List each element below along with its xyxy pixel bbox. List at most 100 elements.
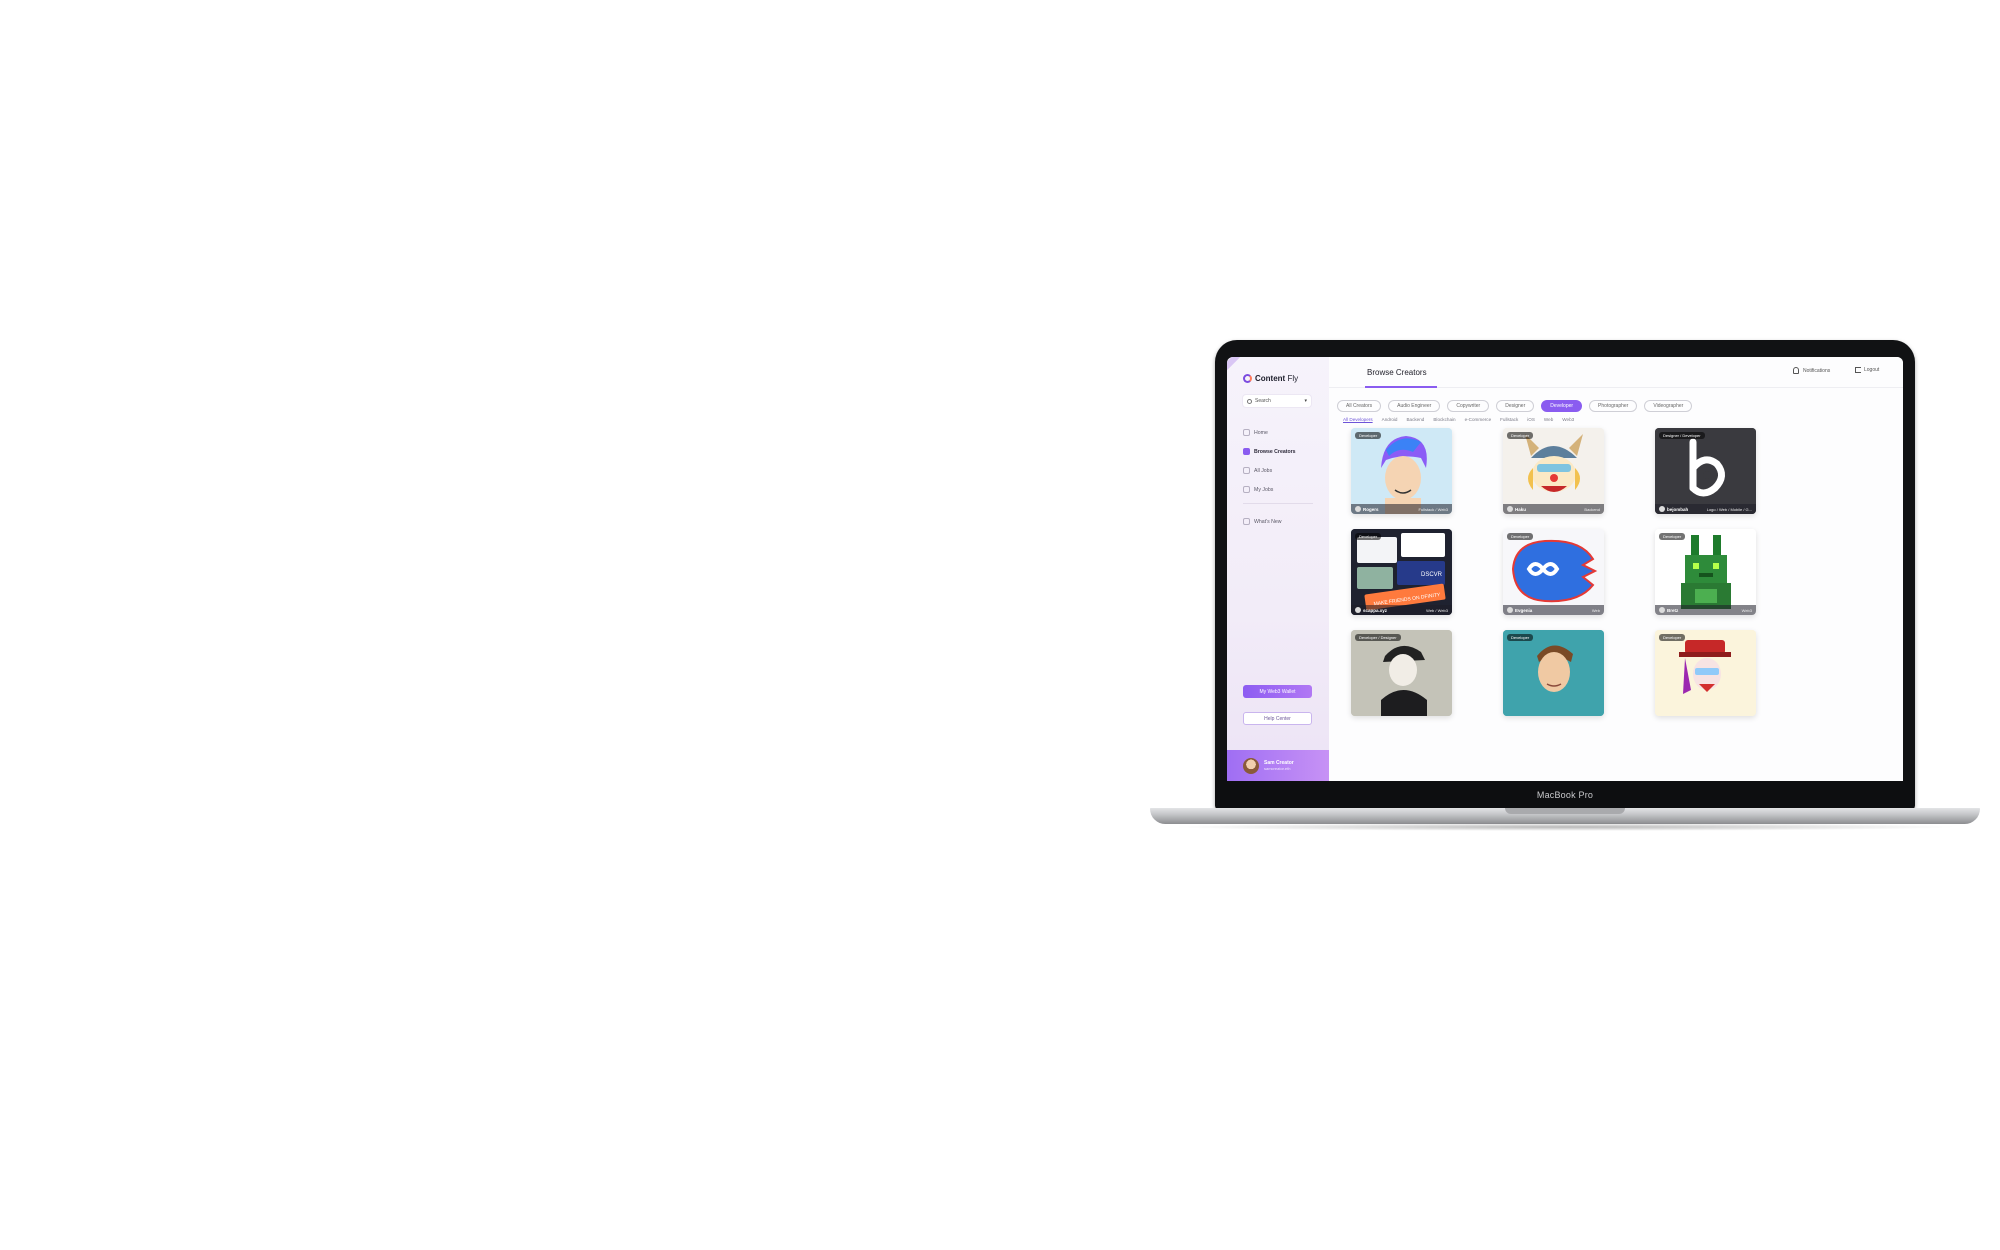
sidebar-item-all-jobs[interactable]: All Jobs: [1243, 461, 1313, 480]
creator-skills: Logo / Web / Mobile / G...: [1706, 506, 1752, 512]
top-bar: Browse Creators Notifications Logout: [1329, 357, 1903, 388]
category-chip[interactable]: Designer: [1496, 400, 1535, 412]
creator-role-tag: Developer: [1355, 432, 1382, 439]
avatar: [1355, 607, 1361, 613]
bell-icon: [1793, 367, 1799, 374]
category-chip[interactable]: All Creators: [1337, 400, 1382, 412]
creator-skills: Backend: [1584, 506, 1600, 512]
web3-wallet-button[interactable]: My Web3 Wallet: [1243, 685, 1312, 698]
help-center-button[interactable]: Help Center: [1243, 712, 1312, 725]
category-chip-active[interactable]: Developer: [1541, 400, 1583, 412]
home-icon: [1243, 429, 1250, 436]
card-footer: Haku Backend: [1503, 504, 1604, 514]
laptop-mockup: MacBook Pro Content Fly Search ▾ Home Br…: [1150, 340, 1980, 840]
creator-name: bejombah: [1659, 506, 1688, 512]
creator-role-tag: Developer: [1507, 432, 1534, 439]
card-footer: bejombah Logo / Web / Mobile / G...: [1655, 504, 1756, 514]
avatar: [1355, 506, 1361, 512]
creator-role-tag: Developer: [1355, 533, 1382, 540]
svg-text:DSCVR: DSCVR: [1421, 572, 1443, 578]
logout-icon: [1855, 367, 1861, 373]
creator-name: Rogers: [1355, 506, 1379, 512]
card-footer: Evgenia Web: [1503, 605, 1604, 615]
subcategory-link[interactable]: Fullstack: [1500, 417, 1518, 422]
subcategory-link[interactable]: Backend: [1406, 417, 1424, 422]
subcategory-link[interactable]: Blockchain: [1433, 417, 1455, 422]
creator-card[interactable]: Developer Evgenia Web: [1503, 529, 1604, 615]
creator-artwork: [1351, 428, 1452, 514]
creator-card[interactable]: Developer Bretz Web3: [1655, 529, 1756, 615]
creator-card[interactable]: Developer: [1655, 630, 1756, 716]
subcategory-link[interactable]: Web3: [1562, 417, 1574, 422]
search-input[interactable]: Search ▾: [1243, 395, 1311, 407]
creator-name: Haku: [1507, 506, 1526, 512]
user-profile[interactable]: Sam Creator samcreator.eth: [1227, 750, 1329, 781]
creator-card[interactable]: DSCVR MAKE FRIENDS ON DFINITY Developer …: [1351, 529, 1452, 615]
creator-artwork: [1503, 630, 1604, 716]
category-filters: All Creators Audio Engineer Copywriter D…: [1337, 400, 1693, 412]
creator-skills: Web: [1591, 607, 1600, 613]
brand-logo[interactable]: Content Fly: [1243, 374, 1298, 383]
users-icon: [1243, 448, 1250, 455]
sidebar: Content Fly Search ▾ Home Browse Creator…: [1227, 357, 1329, 781]
creator-name: Bretz: [1659, 607, 1678, 613]
creator-skills: Fullstack / Web3: [1418, 506, 1449, 512]
logout-label: Logout: [1864, 367, 1880, 373]
subcategory-link[interactable]: Android: [1382, 417, 1398, 422]
creator-card[interactable]: Designer / Developer bejombah Logo / Web…: [1655, 428, 1756, 514]
category-chip[interactable]: Videographer: [1644, 400, 1693, 412]
brand-name: Content Fly: [1255, 374, 1299, 383]
creator-card[interactable]: Developer Rogers Fullstack / Web3: [1351, 428, 1452, 514]
creator-role-tag: Developer: [1507, 533, 1534, 540]
card-footer: scappa.xyz Web / Web3: [1351, 605, 1452, 615]
subcategory-link[interactable]: Web: [1544, 417, 1553, 422]
chevron-down-icon: ▾: [1304, 398, 1307, 404]
avatar: [1243, 757, 1259, 774]
sidebar-item-whats-new[interactable]: What's New: [1243, 512, 1313, 531]
sidebar-item-label: What's New: [1254, 518, 1282, 525]
creator-artwork: [1655, 529, 1756, 615]
subcategory-link-active[interactable]: All Developers: [1343, 417, 1373, 422]
sparkle-icon: [1243, 518, 1250, 525]
subcategory-link[interactable]: iOS: [1527, 417, 1535, 422]
creator-artwork: [1503, 529, 1604, 615]
title-underline: [1365, 386, 1437, 388]
sidebar-item-label: Browse Creators: [1254, 448, 1296, 455]
briefcase-icon: [1243, 467, 1250, 474]
sidebar-item-label: Home: [1254, 429, 1268, 436]
app-screen: Content Fly Search ▾ Home Browse Creator…: [1227, 357, 1903, 781]
creator-artwork: DSCVR MAKE FRIENDS ON DFINITY: [1351, 529, 1452, 615]
creator-role-tag: Designer / Developer: [1659, 432, 1705, 439]
card-footer: Rogers Fullstack / Web3: [1351, 504, 1452, 514]
creator-role-tag: Developer: [1507, 634, 1534, 641]
notifications-button[interactable]: Notifications: [1793, 367, 1830, 374]
corner-decoration: [1227, 357, 1256, 371]
notifications-label: Notifications: [1803, 367, 1831, 374]
creator-role-tag: Developer: [1659, 533, 1686, 540]
category-chip[interactable]: Copywriter: [1447, 400, 1490, 412]
creator-card[interactable]: Developer / Designer: [1351, 630, 1452, 716]
sidebar-item-home[interactable]: Home: [1243, 423, 1313, 442]
category-chip[interactable]: Photographer: [1589, 400, 1638, 412]
creator-card[interactable]: Developer Haku Backend: [1503, 428, 1604, 514]
model-label: MacBook Pro: [1536, 790, 1594, 800]
creator-name: scappa.xyz: [1355, 607, 1387, 613]
main-content: Browse Creators Notifications Logout All…: [1329, 357, 1903, 781]
sidebar-item-my-jobs[interactable]: My Jobs: [1243, 480, 1313, 499]
sidebar-item-browse-creators[interactable]: Browse Creators: [1243, 442, 1313, 461]
logo-icon: [1243, 374, 1252, 383]
avatar: [1507, 506, 1513, 512]
creator-role-tag: Developer: [1659, 634, 1686, 641]
laptop-shadow: [1170, 823, 1960, 831]
avatar: [1507, 607, 1513, 613]
creator-role-tag: Developer / Designer: [1355, 634, 1401, 641]
page-title: Browse Creators: [1367, 368, 1427, 377]
avatar: [1659, 607, 1665, 613]
logout-button[interactable]: Logout: [1855, 367, 1879, 373]
creator-card[interactable]: Developer: [1503, 630, 1604, 716]
category-chip[interactable]: Audio Engineer: [1388, 400, 1441, 412]
avatar: [1659, 506, 1665, 512]
subcategory-link[interactable]: e-Commerce: [1465, 417, 1492, 422]
search-label: Search: [1255, 398, 1271, 404]
user-icon: [1243, 486, 1250, 493]
